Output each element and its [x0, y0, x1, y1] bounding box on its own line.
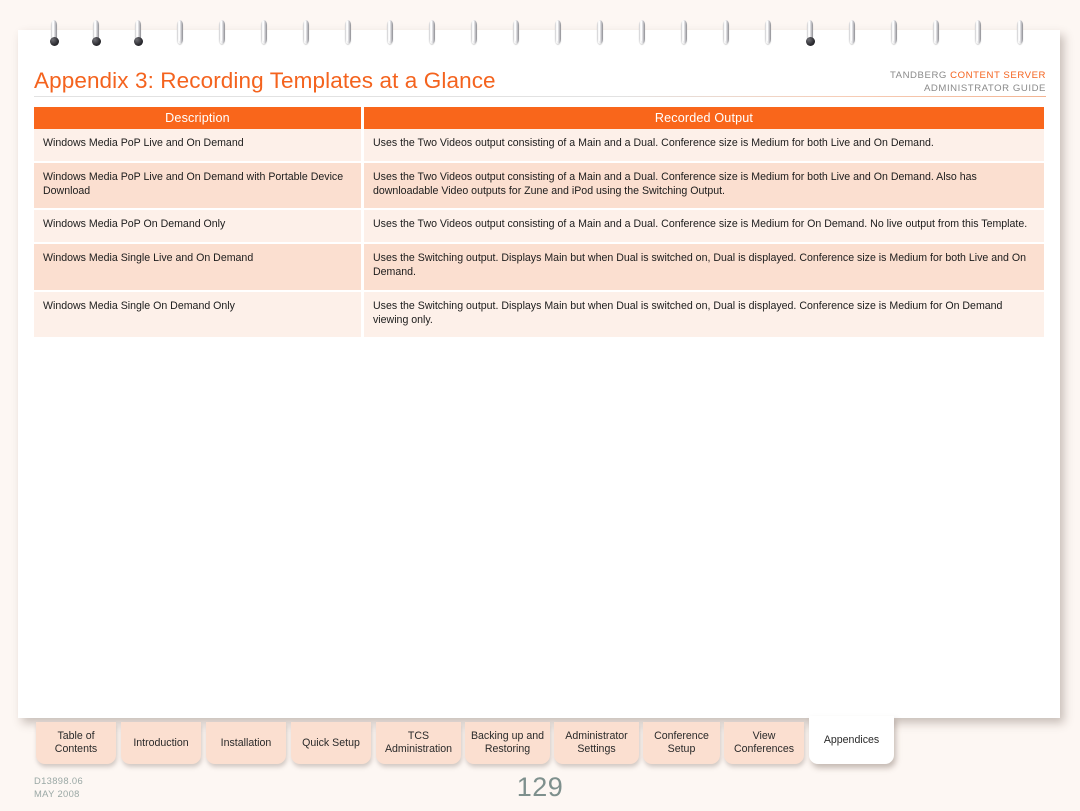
tab-table-of-contents[interactable]: Table of Contents	[36, 722, 116, 764]
brand-line-1: TANDBERG CONTENT SERVER	[890, 70, 1046, 83]
cell-recorded-output: Uses the Switching output. Displays Main…	[364, 291, 1044, 338]
brand-vendor: TANDBERG	[889, 70, 947, 81]
recording-templates-table: Description Recorded Output Windows Medi…	[34, 107, 1044, 338]
brand-line-2: ADMINISTRATOR GUIDE	[923, 82, 1046, 94]
tab-backing-up-and-restoring[interactable]: Backing up and Restoring	[465, 722, 550, 764]
cell-recorded-output: Uses the Two Videos output consisting of…	[364, 129, 1044, 161]
tab-quick-setup[interactable]: Quick Setup	[291, 722, 371, 764]
tab-administrator-settings[interactable]: Administrator Settings	[554, 722, 639, 764]
table-body: Windows Media PoP Live and On Demand Uses…	[34, 129, 1044, 338]
page-title: Appendix 3: Recording Templates at a Gla…	[34, 68, 496, 93]
table-row: Windows Media PoP Live and On Demand Uses…	[34, 129, 1044, 161]
tab-label: TCS Administration	[384, 730, 453, 755]
tab-appendices[interactable]: Appendices	[809, 716, 894, 764]
tab-label: Table of Contents	[54, 730, 98, 755]
tab-label: Administrator Settings	[565, 730, 628, 755]
tab-tcs-administration[interactable]: TCS Administration	[376, 722, 461, 764]
column-header-description: Description	[34, 107, 364, 129]
tab-installation[interactable]: Installation	[206, 722, 286, 764]
table-header-row: Description Recorded Output	[34, 107, 1044, 129]
cell-recorded-output: Uses the Two Videos output consisting of…	[364, 210, 1044, 243]
table-row: Windows Media Single Live and On Demand U…	[34, 244, 1044, 290]
tab-view-conferences[interactable]: View Conferences	[724, 722, 804, 764]
tab-label: Conference Setup	[654, 730, 709, 755]
document-footer: D13898.06 MAY 2008 129	[0, 770, 1080, 811]
cell-recorded-output: Uses the Two Videos output consisting of…	[364, 162, 1044, 209]
tab-label: Quick Setup	[302, 736, 360, 749]
tab-label: Introduction	[133, 736, 189, 749]
cell-description: Windows Media PoP Live and On Demand	[34, 129, 364, 161]
page-number: 129	[516, 772, 564, 802]
tab-label: View Conferences	[733, 730, 795, 755]
tab-label: Backing up and Restoring	[470, 730, 545, 755]
column-header-recorded-output: Recorded Output	[364, 107, 1044, 129]
cell-description: Windows Media PoP On Demand Only	[34, 210, 364, 243]
page-header: Appendix 3: Recording Templates at a Gla…	[18, 30, 1060, 97]
document-page: Appendix 3: Recording Templates at a Gla…	[18, 30, 1060, 718]
table-row: Windows Media PoP Live and On Demand wit…	[34, 162, 1044, 209]
table-row: Windows Media Single On Demand Only Uses …	[34, 291, 1044, 338]
brand-header: TANDBERG CONTENT SERVER ADMINISTRATOR GU…	[890, 70, 1046, 95]
tab-conference-setup[interactable]: Conference Setup	[643, 722, 720, 764]
header-divider	[34, 96, 1046, 97]
cell-recorded-output: Uses the Switching output. Displays Main…	[364, 244, 1044, 290]
tab-label: Appendices	[823, 733, 880, 746]
tab-introduction[interactable]: Introduction	[121, 722, 201, 764]
cell-description: Windows Media Single On Demand Only	[34, 291, 364, 338]
table-head: Description Recorded Output	[34, 107, 1044, 129]
cell-description: Windows Media Single Live and On Demand	[34, 244, 364, 290]
tab-label: Installation	[220, 736, 272, 749]
brand-product: CONTENT SERVER	[950, 70, 1046, 81]
section-tab-bar: Table of Contents Introduction Installatio…	[18, 716, 1060, 768]
cell-description: Windows Media PoP Live and On Demand wit…	[34, 162, 364, 209]
table-row: Windows Media PoP On Demand Only Uses the…	[34, 210, 1044, 243]
